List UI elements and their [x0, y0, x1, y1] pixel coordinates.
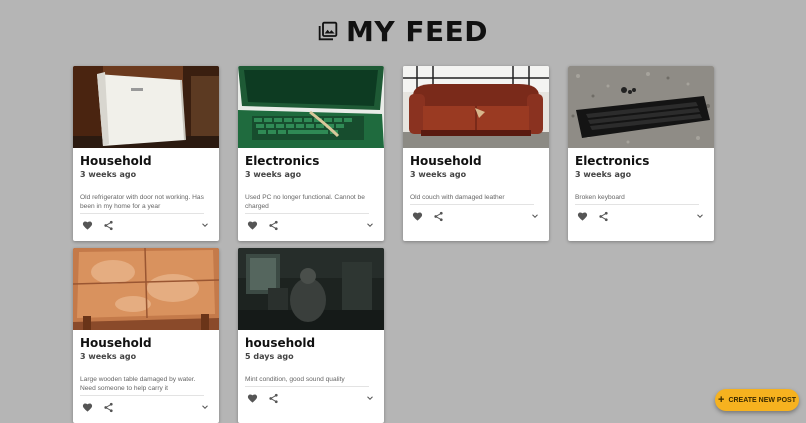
create-new-post-label: CREATE NEW POST [728, 396, 796, 404]
page-title: MY FEED [345, 14, 488, 48]
post-category: Electronics [245, 154, 320, 168]
post-category: household [245, 336, 316, 350]
card-actions [403, 205, 549, 227]
plus-icon: + [718, 393, 725, 406]
post-image[interactable] [238, 248, 384, 330]
post-time: 3 weeks ago [410, 170, 467, 179]
post-time: 5 days ago [245, 352, 294, 361]
post-time: 3 weeks ago [80, 352, 137, 361]
post-image[interactable] [568, 66, 714, 148]
chevron-down-icon[interactable] [199, 401, 211, 413]
post-time: 3 weeks ago [80, 170, 137, 179]
share-icon[interactable] [102, 401, 114, 413]
post-time: 3 weeks ago [575, 170, 632, 179]
post-description: Used PC no longer functional. Cannot be … [245, 193, 369, 214]
heart-icon[interactable] [81, 401, 93, 413]
heart-icon[interactable] [576, 210, 588, 222]
post-card[interactable]: Household 3 weeks ago Large wooden table… [73, 248, 219, 423]
photo-library-icon [318, 21, 338, 41]
heart-icon[interactable] [246, 392, 258, 404]
chevron-down-icon[interactable] [694, 210, 706, 222]
page-header: MY FEED [0, 14, 806, 48]
post-category: Household [410, 154, 482, 168]
post-description: Large wooden table damaged by water. Nee… [80, 375, 204, 396]
post-description: Broken keyboard [575, 193, 699, 205]
card-actions [238, 214, 384, 236]
post-description: Old couch with damaged leather [410, 193, 534, 205]
heart-icon[interactable] [246, 219, 258, 231]
share-icon[interactable] [267, 219, 279, 231]
post-category: Household [80, 154, 152, 168]
share-icon[interactable] [597, 210, 609, 222]
share-icon[interactable] [267, 392, 279, 404]
share-icon[interactable] [102, 219, 114, 231]
card-actions [73, 214, 219, 236]
chevron-down-icon[interactable] [529, 210, 541, 222]
post-category: Electronics [575, 154, 650, 168]
post-image[interactable] [73, 248, 219, 330]
card-actions [73, 396, 219, 418]
post-card[interactable]: Household 3 weeks ago Old couch with dam… [403, 66, 549, 241]
post-image[interactable] [403, 66, 549, 148]
post-image[interactable] [73, 66, 219, 148]
card-actions [568, 205, 714, 227]
post-description: Mint condition, good sound quality [245, 375, 369, 387]
post-image[interactable] [238, 66, 384, 148]
heart-icon[interactable] [411, 210, 423, 222]
post-time: 3 weeks ago [245, 170, 302, 179]
post-category: Household [80, 336, 152, 350]
post-card[interactable]: Electronics 3 weeks ago Used PC no longe… [238, 66, 384, 241]
post-card[interactable]: Household 3 weeks ago Old refrigerator w… [73, 66, 219, 241]
post-card[interactable]: household 5 days ago Mint condition, goo… [238, 248, 384, 423]
chevron-down-icon[interactable] [364, 392, 376, 404]
heart-icon[interactable] [81, 219, 93, 231]
post-description: Old refrigerator with door not working. … [80, 193, 204, 214]
chevron-down-icon[interactable] [364, 219, 376, 231]
card-actions [238, 387, 384, 409]
chevron-down-icon[interactable] [199, 219, 211, 231]
create-new-post-button[interactable]: + CREATE NEW POST [715, 389, 799, 411]
share-icon[interactable] [432, 210, 444, 222]
post-card[interactable]: Electronics 3 weeks ago Broken keyboard [568, 66, 714, 241]
